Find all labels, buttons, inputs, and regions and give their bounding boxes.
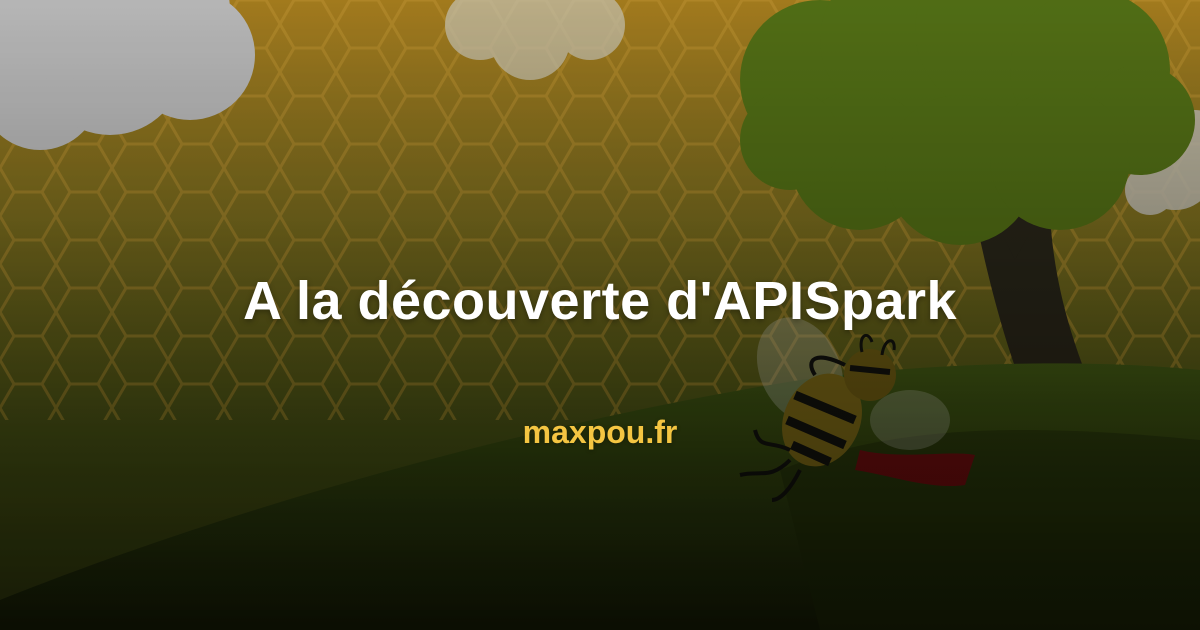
article-title: A la découverte d'APISpark xyxy=(242,271,958,331)
site-name: maxpou.fr xyxy=(522,414,678,450)
